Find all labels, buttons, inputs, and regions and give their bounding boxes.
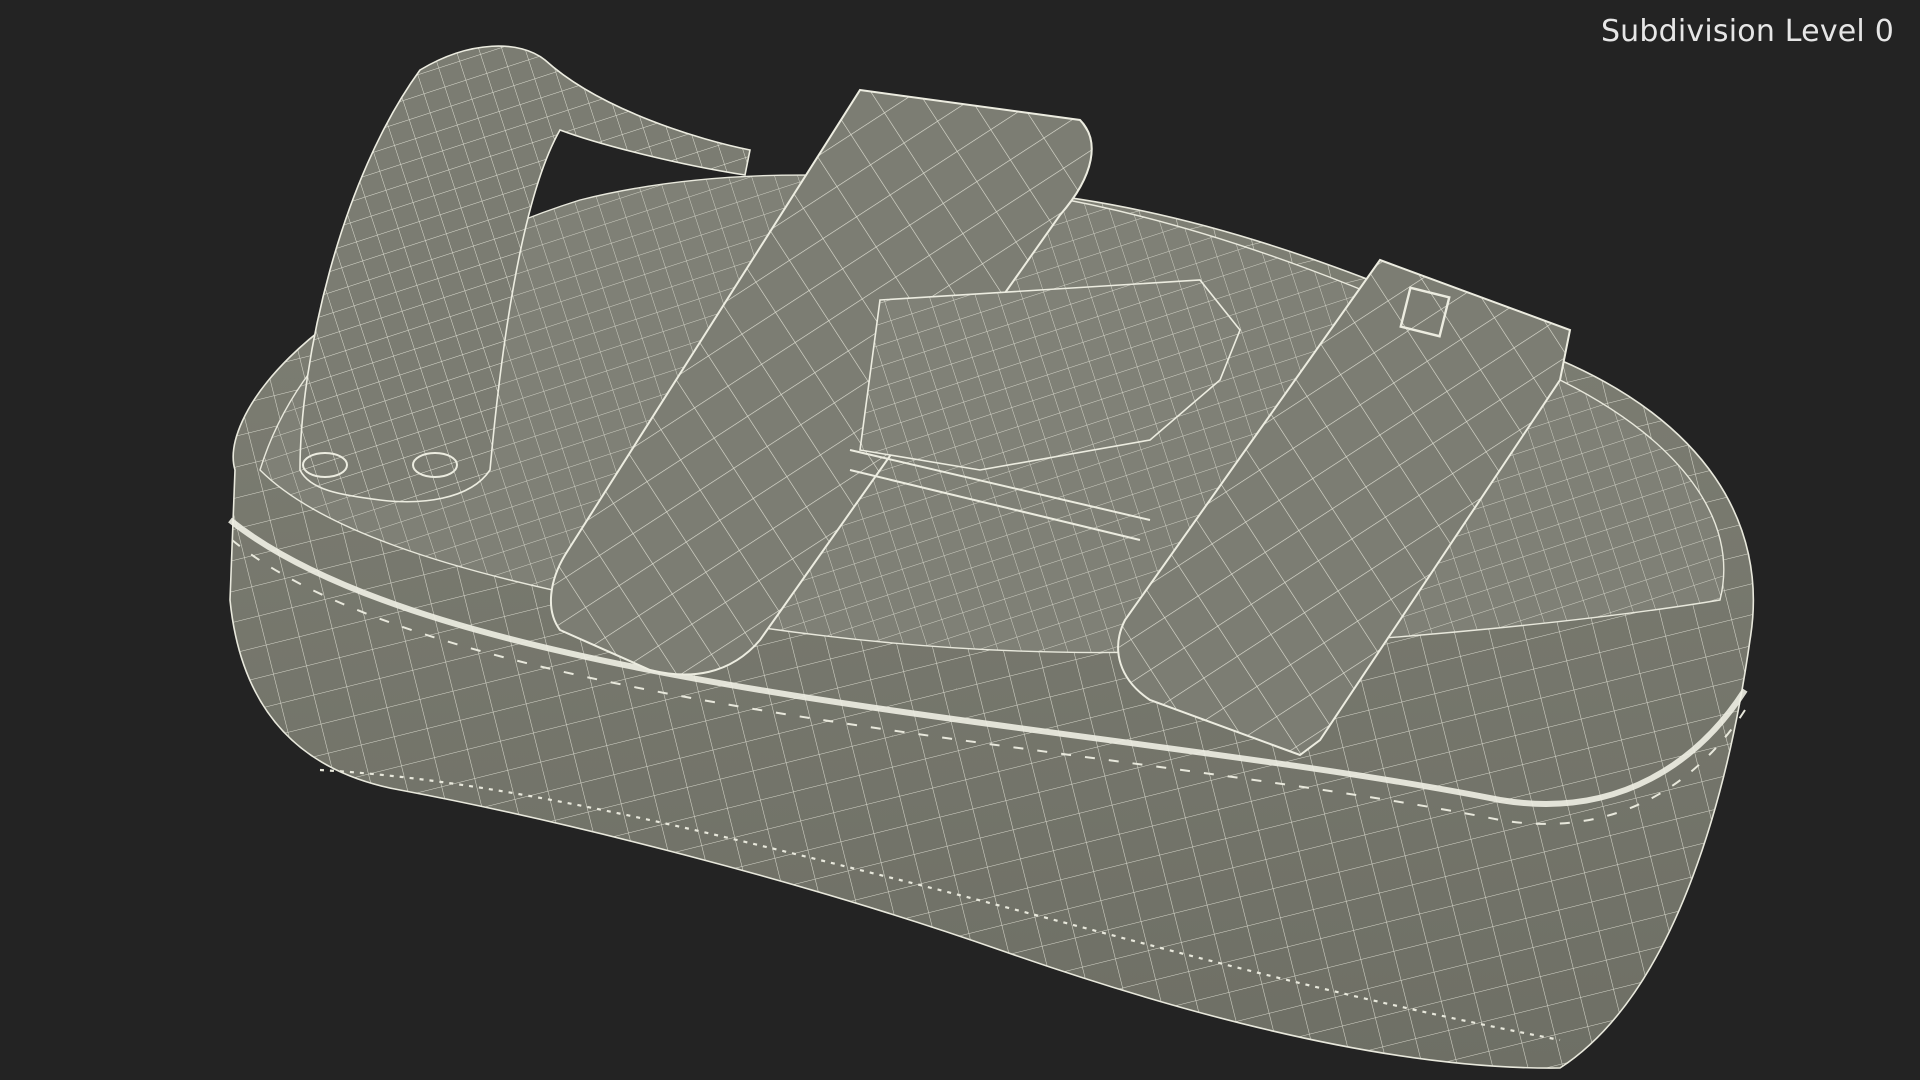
- render-viewport: Subdivision Level 0: [0, 0, 1920, 1080]
- wireframe-model: [228, 45, 1755, 1069]
- subdivision-level-label: Subdivision Level 0: [1600, 14, 1894, 49]
